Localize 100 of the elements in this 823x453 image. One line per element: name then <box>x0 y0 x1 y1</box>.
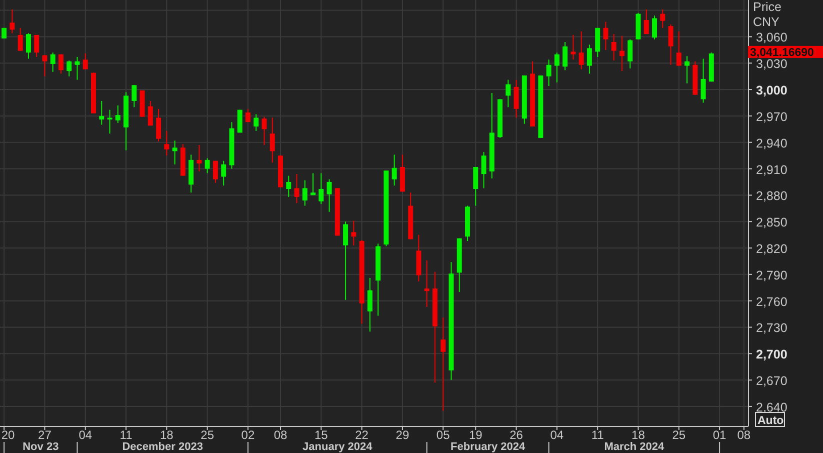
candlestick <box>42 54 48 77</box>
candlestick <box>237 109 242 134</box>
candlestick <box>611 34 616 61</box>
candlestick <box>82 52 88 70</box>
candlestick <box>506 79 511 108</box>
candlestick <box>456 238 462 292</box>
x-axis-label: 22 <box>355 428 368 442</box>
candlestick <box>644 8 649 35</box>
candlestick <box>351 220 356 246</box>
candlestick <box>50 52 56 72</box>
candlestick <box>34 34 40 58</box>
candlestick <box>196 144 202 172</box>
x-axis-label: 20 <box>1 428 15 442</box>
y-axis-label: 2,820 <box>756 242 788 256</box>
candlestick <box>2 27 7 39</box>
month-label: December 2023 <box>122 441 203 453</box>
candlestick <box>700 58 706 104</box>
y-axis-label: 3,060 <box>756 30 788 45</box>
y-axis-label: 2,940 <box>756 136 788 150</box>
candlestick <box>18 27 23 52</box>
y-axis-label: 3,030 <box>756 57 788 72</box>
candlestick <box>570 34 576 60</box>
x-axis-label: 27 <box>38 428 52 442</box>
candlestick <box>530 60 536 127</box>
candlestick <box>310 172 316 196</box>
currency-label: CNY <box>753 15 780 29</box>
y-axis-label: 2,700 <box>756 348 788 362</box>
x-axis-label: 29 <box>396 428 410 442</box>
x-axis-label: 25 <box>672 428 686 442</box>
candlestick <box>684 56 690 84</box>
candlestick <box>538 74 544 138</box>
candlestick <box>660 8 666 28</box>
candlestick <box>522 74 527 124</box>
candlestick <box>416 234 422 282</box>
auto-button[interactable]: Auto <box>755 412 785 427</box>
x-axis-label: 08 <box>274 428 288 442</box>
candlestick <box>302 180 308 206</box>
candlestick <box>668 24 674 66</box>
month-label: February 2024 <box>450 441 526 453</box>
candlestick <box>465 205 470 242</box>
month-label: March 2024 <box>604 441 664 453</box>
candlestick <box>99 100 104 126</box>
candlestick <box>115 104 120 124</box>
candlestick <box>26 32 31 60</box>
candlestick <box>586 44 592 74</box>
month-label: Nov 23 <box>22 441 59 453</box>
candlestick <box>708 52 714 82</box>
candlestick <box>652 15 657 40</box>
candlestick <box>180 144 186 176</box>
x-axis-label: 04 <box>550 428 564 442</box>
candlestick <box>229 122 234 170</box>
candlestick <box>595 27 600 58</box>
candlestick <box>334 188 340 236</box>
candlestick <box>636 12 641 40</box>
y-axis-label: 3,000 <box>756 84 788 98</box>
candlestick <box>367 277 372 332</box>
candlestick <box>132 84 137 108</box>
y-axis-label: 2,910 <box>756 162 788 177</box>
candlestick <box>578 30 584 70</box>
candlestick <box>286 175 292 198</box>
candlestick <box>91 72 96 114</box>
candlestick <box>514 79 519 118</box>
candlestick <box>554 52 560 83</box>
x-axis-label: 19 <box>468 428 482 442</box>
candlestick <box>424 260 430 308</box>
candlestick <box>156 108 162 142</box>
candlestick <box>392 154 397 186</box>
x-axis-label: 08 <box>737 428 751 442</box>
candlestick <box>498 98 503 138</box>
y-axis-label: 2,730 <box>756 321 788 336</box>
candlestick <box>58 54 64 74</box>
y-axis-label: 2,760 <box>756 294 788 309</box>
candlestick <box>188 154 194 194</box>
x-axis-label: 04 <box>78 428 92 442</box>
x-axis-label: 01 <box>712 428 726 442</box>
candlestick <box>107 109 112 134</box>
x-axis-label: 26 <box>510 428 523 442</box>
y-axis-label: 2,850 <box>756 216 788 230</box>
y-axis-label: 2,880 <box>756 189 788 204</box>
candlestick <box>172 140 178 165</box>
candlestick <box>676 30 682 66</box>
candlestick <box>245 108 250 123</box>
candlestick <box>204 158 210 174</box>
candlestick <box>481 152 486 189</box>
candlestick <box>473 166 478 206</box>
y-axis-label: 2,970 <box>756 110 788 124</box>
x-axis-label: 18 <box>632 428 645 442</box>
candlestick <box>262 116 267 146</box>
x-axis-label: 05 <box>436 428 450 442</box>
candlestick <box>74 56 80 80</box>
candlestick <box>10 8 15 34</box>
candlestick <box>148 100 153 126</box>
month-label: January 2024 <box>302 441 372 453</box>
candlestick <box>270 117 275 164</box>
candlestick <box>400 154 405 192</box>
candlestick <box>294 174 300 204</box>
candlestick <box>692 60 698 96</box>
candlestick <box>254 114 259 132</box>
candlestick <box>408 192 414 240</box>
x-axis-label: 11 <box>591 428 604 442</box>
